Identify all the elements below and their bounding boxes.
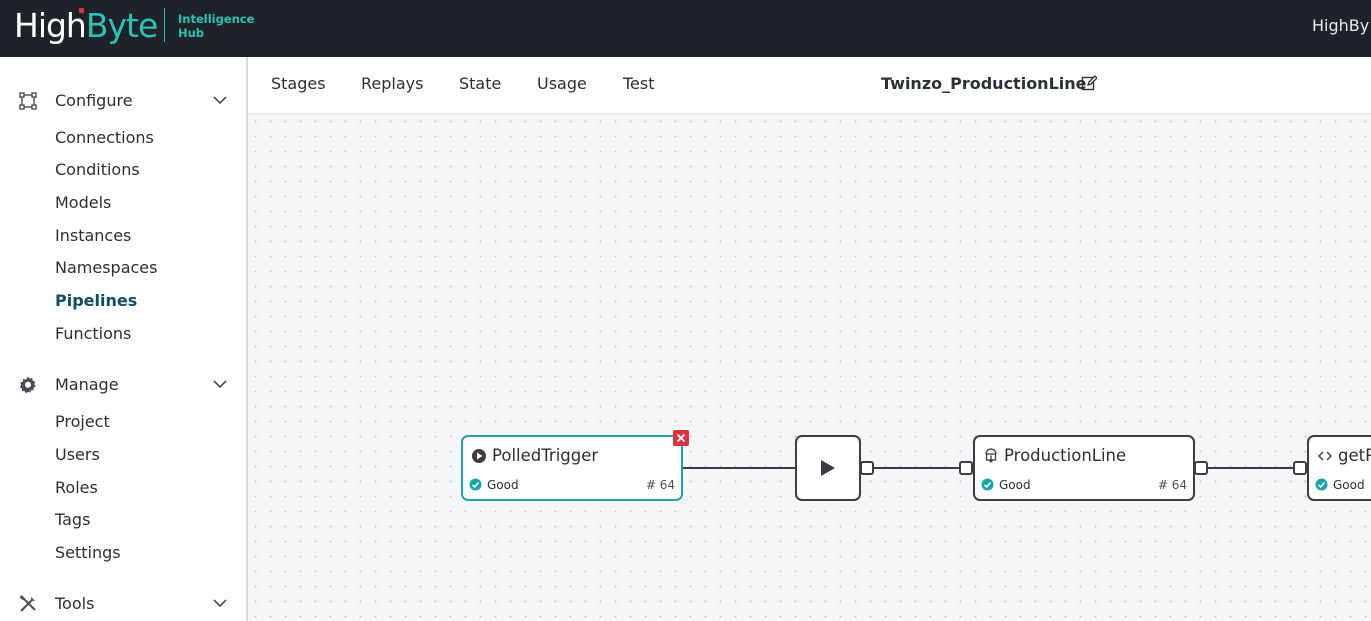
chevron-down-icon[interactable] <box>212 596 228 610</box>
edit-icon[interactable] <box>1081 75 1097 91</box>
sidebar-item-roles[interactable]: Roles <box>55 476 98 500</box>
tab-test[interactable]: Test <box>623 74 655 93</box>
pipeline-edge <box>874 467 966 469</box>
tab-state[interactable]: State <box>459 74 501 93</box>
sidebar-item-models[interactable]: Models <box>55 191 111 215</box>
tools-icon <box>19 595 36 612</box>
code-icon <box>1318 451 1332 461</box>
play-icon <box>821 460 835 476</box>
tab-stages[interactable]: Stages <box>271 74 326 93</box>
logo-subtitle: Intelligence Hub <box>178 12 254 40</box>
check-circle-icon <box>981 478 994 491</box>
sidebar-section-label: Manage <box>55 375 119 394</box>
stage-node-title: PolledTrigger <box>492 446 599 465</box>
pipeline-title: Twinzo_ProductionLine <box>881 74 1087 93</box>
input-port[interactable] <box>959 461 973 475</box>
stage-node-getp[interactable]: getP Good <box>1307 435 1371 501</box>
sidebar-item-users[interactable]: Users <box>55 443 100 467</box>
stage-node-productionline[interactable]: ProductionLine Good # 64 <box>973 435 1195 501</box>
tab-replays[interactable]: Replays <box>361 74 423 93</box>
logo-byte-text: Byte <box>85 6 158 45</box>
output-port[interactable] <box>1194 461 1208 475</box>
flow-stage-node[interactable] <box>795 435 861 501</box>
chevron-down-icon[interactable] <box>212 93 228 107</box>
stage-node-polledtrigger[interactable]: PolledTrigger Good # 64 <box>461 435 683 501</box>
logo-dot <box>79 8 84 13</box>
logo-divider <box>164 8 165 42</box>
sidebar: Configure Connections Conditions Models … <box>0 57 248 621</box>
stage-node-title: getP <box>1338 446 1371 465</box>
sidebar-section-label: Configure <box>55 91 133 110</box>
sidebar-section-configure[interactable]: Configure <box>0 85 246 117</box>
sidebar-item-tags[interactable]: Tags <box>55 508 90 532</box>
output-port[interactable] <box>860 461 874 475</box>
stage-node-status: Good <box>487 478 519 492</box>
sidebar-section-tools[interactable]: Tools <box>0 588 246 620</box>
stage-node-count: # 64 <box>645 478 675 492</box>
logo-subtitle-line2: Hub <box>178 26 205 40</box>
sidebar-item-connections[interactable]: Connections <box>55 126 154 150</box>
read-icon <box>985 448 997 463</box>
pipeline-canvas[interactable]: PolledTrigger Good # 64 ProductionLine G… <box>248 114 1371 621</box>
input-port[interactable] <box>1293 461 1307 475</box>
highbyte-logo[interactable]: HighByte <box>14 4 158 48</box>
close-icon <box>676 433 686 443</box>
logo-high-text: High <box>14 6 87 45</box>
tab-usage[interactable]: Usage <box>537 74 587 93</box>
remove-stage-button[interactable] <box>673 430 689 446</box>
stage-node-title: ProductionLine <box>1004 446 1127 465</box>
stage-node-status: Good <box>999 478 1031 492</box>
sidebar-item-pipelines[interactable]: Pipelines <box>55 289 137 313</box>
sidebar-item-functions[interactable]: Functions <box>55 322 131 346</box>
pipeline-header: Stages Replays State Usage Test Twinzo_P… <box>248 57 1371 114</box>
check-circle-icon <box>469 478 482 491</box>
stage-node-status: Good <box>1333 478 1365 492</box>
sidebar-item-conditions[interactable]: Conditions <box>55 158 140 182</box>
sidebar-item-settings[interactable]: Settings <box>55 541 121 565</box>
chevron-down-icon[interactable] <box>212 377 228 391</box>
sidebar-section-label: Tools <box>55 594 95 613</box>
check-circle-icon <box>1315 478 1328 491</box>
configure-icon <box>19 92 37 110</box>
trigger-icon <box>472 449 486 463</box>
sidebar-item-instances[interactable]: Instances <box>55 224 131 248</box>
logo-subtitle-line1: Intelligence <box>178 12 255 26</box>
gear-icon <box>19 376 36 394</box>
pipeline-edge <box>1208 467 1294 469</box>
user-menu[interactable]: HighBy <box>1312 16 1369 35</box>
sidebar-item-project[interactable]: Project <box>55 410 110 434</box>
sidebar-section-manage[interactable]: Manage <box>0 369 246 401</box>
stage-node-count: # 64 <box>1157 478 1187 492</box>
top-bar: HighByte Intelligence Hub HighBy <box>0 0 1371 57</box>
sidebar-item-namespaces[interactable]: Namespaces <box>55 256 157 280</box>
pipeline-edge <box>682 467 796 469</box>
